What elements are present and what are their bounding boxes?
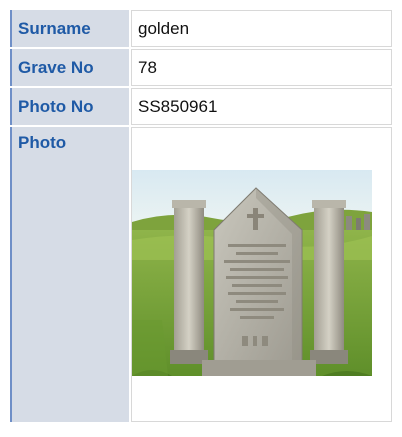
photo-value-cell (131, 127, 392, 422)
surname-value: golden (131, 10, 392, 47)
photo-label: Photo (18, 133, 67, 152)
photo-row: Photo (10, 127, 392, 422)
surname-label-cell: Surname (10, 10, 129, 47)
photo-label-cell: Photo (10, 127, 129, 422)
photo-no-label: Photo No (18, 96, 94, 116)
grave-record-table: Surname golden Grave No 78 Photo No SS85… (8, 8, 394, 424)
surname-label: Surname (18, 18, 91, 38)
surname-row: Surname golden (10, 10, 392, 47)
photo-no-label-cell: Photo No (10, 88, 129, 125)
gravestone-photo[interactable] (132, 170, 372, 376)
grave-no-value: 78 (131, 49, 392, 86)
grave-no-label: Grave No (18, 57, 94, 77)
photo-no-value: SS850961 (131, 88, 392, 125)
gravestone-photo-icon (132, 170, 372, 376)
grave-no-label-cell: Grave No (10, 49, 129, 86)
grave-no-row: Grave No 78 (10, 49, 392, 86)
photo-no-row: Photo No SS850961 (10, 88, 392, 125)
